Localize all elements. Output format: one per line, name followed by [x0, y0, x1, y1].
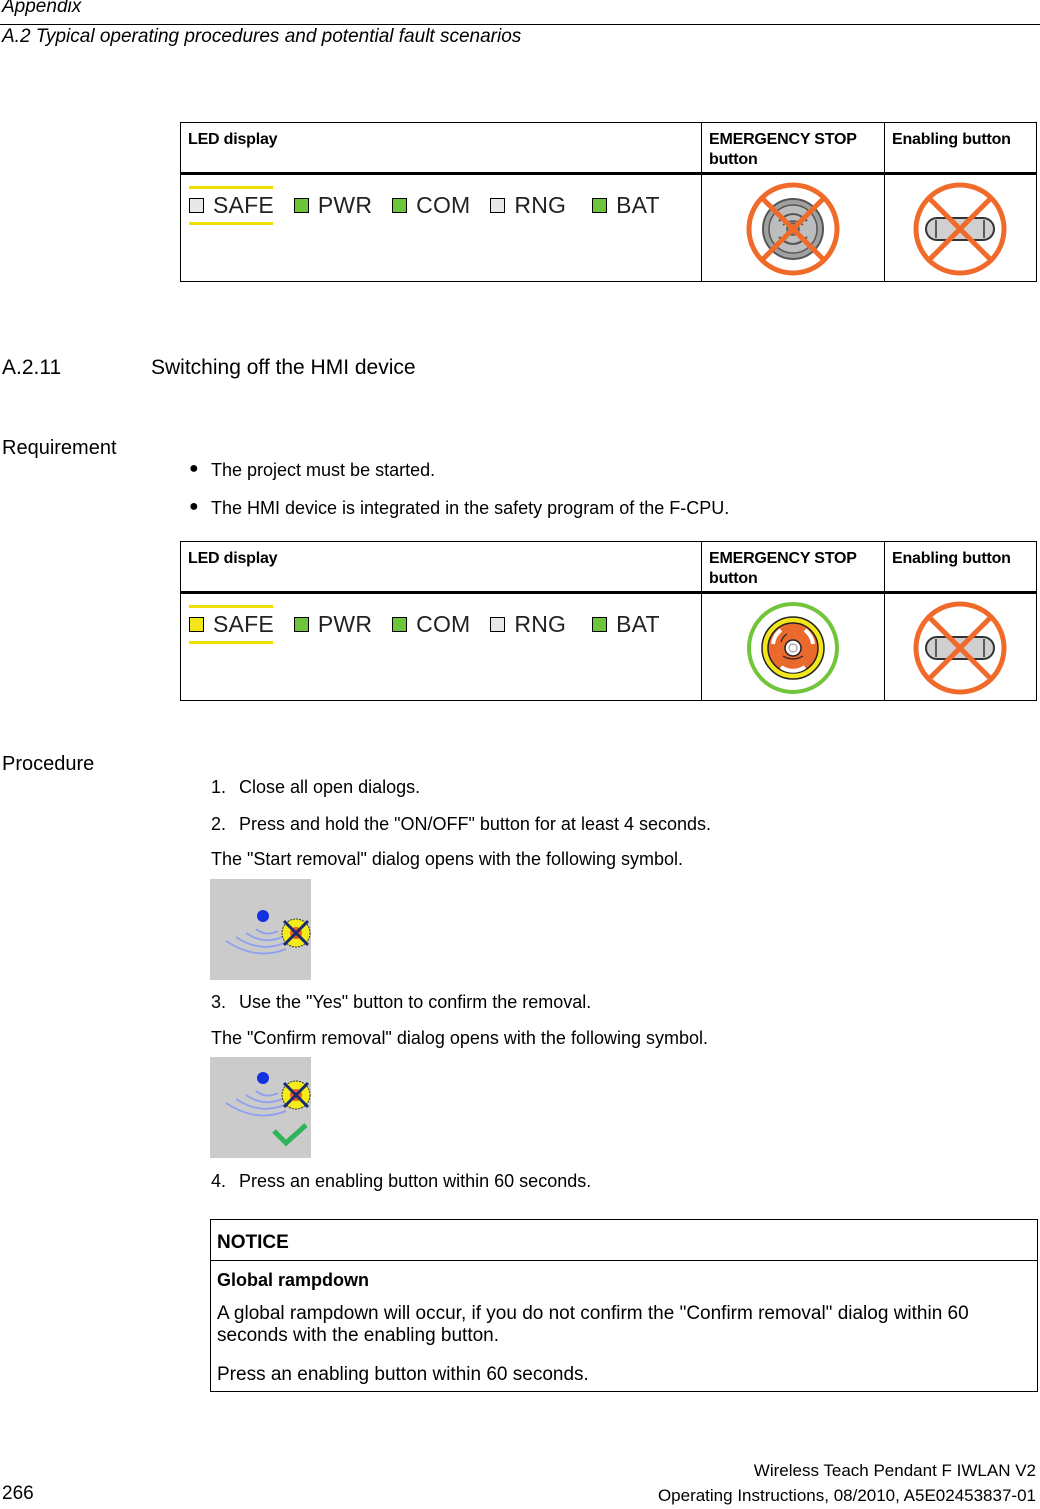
- step-result: The "Confirm removal" dialog opens with …: [211, 1028, 709, 1048]
- notice-paragraph: Press an enabling button within 60 secon…: [217, 1364, 589, 1385]
- led-column: LED display SAFE PWR COM RNG BAT: [181, 542, 702, 700]
- footer-product: Wireless Teach Pendant F IWLAN V2: [753, 1461, 1036, 1480]
- led-row: SAFE PWR COM RNG BAT: [189, 605, 680, 644]
- led-label: SAFE: [213, 611, 274, 637]
- emergency-stop-column: EMERGENCY STOP button: [702, 542, 885, 700]
- led-label: SAFE: [213, 192, 274, 218]
- chapter-title: Appendix: [2, 0, 82, 17]
- led-com: COM: [392, 192, 470, 219]
- step-number: 2.: [211, 814, 227, 834]
- enabling-button-crossed-icon: [913, 601, 1007, 695]
- requirement-item: The HMI device is integrated in the safe…: [211, 498, 730, 518]
- enabling-button-header: Enabling button: [892, 550, 1011, 567]
- table-header-rule: [181, 172, 1036, 175]
- led-safe: SAFE: [189, 605, 274, 644]
- section-number: A.2.11: [2, 356, 62, 379]
- step-result: The "Start removal" dialog opens with th…: [211, 849, 684, 869]
- notice-paragraph: A global rampdown will occur, if you do …: [217, 1303, 969, 1346]
- section-title: Switching off the HMI device: [151, 356, 416, 379]
- led-com-indicator: [392, 617, 408, 632]
- led-safe: SAFE: [189, 186, 274, 225]
- led-label: RNG: [514, 192, 567, 218]
- led-status-table-2: LED display SAFE PWR COM RNG BAT EMERGEN…: [180, 541, 1037, 701]
- confirm-removal-symbol-icon: [210, 1057, 311, 1158]
- emergency-stop-column: EMERGENCY STOP button: [702, 123, 885, 281]
- led-column: LED display SAFE PWR COM RNG BAT: [181, 123, 702, 281]
- requirement-item: The project must be started.: [211, 460, 436, 480]
- header-divider: [0, 24, 1040, 25]
- led-rng-indicator: [490, 617, 506, 632]
- led-rng: RNG: [490, 611, 566, 638]
- bullet-icon: ●: [189, 460, 199, 477]
- start-removal-symbol-icon: [210, 879, 311, 980]
- led-display-header: LED display: [188, 550, 278, 567]
- led-bat: BAT: [592, 192, 660, 219]
- led-bat-indicator: [592, 617, 608, 632]
- led-status-table-1: LED display SAFE PWR COM RNG BAT EMERGEN…: [180, 122, 1037, 282]
- led-com: COM: [392, 611, 470, 638]
- led-pwr-indicator: [293, 617, 309, 632]
- led-label: PWR: [317, 192, 373, 218]
- emergency-stop-header: EMERGENCY STOP button: [709, 550, 857, 587]
- led-display-header: LED display: [188, 131, 278, 148]
- led-pwr-indicator: [293, 198, 309, 213]
- step-number: 3.: [211, 992, 227, 1012]
- led-label: RNG: [514, 611, 567, 637]
- led-rng: RNG: [490, 192, 566, 219]
- enabling-button-header: Enabling button: [892, 131, 1011, 148]
- led-label: COM: [416, 192, 471, 218]
- led-bat-indicator: [592, 198, 608, 213]
- emergency-stop-released-icon: [747, 602, 839, 694]
- step-text: Press an enabling button within 60 secon…: [239, 1171, 592, 1191]
- table-header-rule: [181, 591, 1036, 594]
- led-pwr: PWR: [293, 192, 373, 219]
- step-number: 1.: [211, 777, 227, 797]
- led-com-indicator: [392, 198, 408, 213]
- led-label: COM: [416, 611, 471, 637]
- led-rng-indicator: [490, 198, 506, 213]
- emergency-stop-crossed-icon: [746, 182, 840, 276]
- enabling-button-column: Enabling button: [885, 123, 1036, 281]
- step-text: Use the "Yes" button to confirm the remo…: [239, 992, 592, 1012]
- enabling-button-crossed-icon: [913, 182, 1007, 276]
- section-header: A.2 Typical operating procedures and pot…: [2, 26, 522, 47]
- step-text: Press and hold the "ON/OFF" button for a…: [239, 814, 712, 834]
- led-safe-indicator: [189, 198, 204, 213]
- led-pwr: PWR: [293, 611, 373, 638]
- bullet-icon: ●: [189, 498, 199, 515]
- led-label: BAT: [616, 611, 660, 637]
- step-text: Close all open dialogs.: [239, 777, 421, 797]
- led-safe-indicator: [189, 617, 204, 632]
- requirement-heading: Requirement: [2, 437, 117, 459]
- emergency-stop-header: EMERGENCY STOP button: [709, 131, 857, 168]
- procedure-heading: Procedure: [2, 753, 95, 775]
- led-label: BAT: [616, 192, 660, 218]
- notice-box: NOTICE Global rampdown A global rampdown…: [210, 1219, 1038, 1392]
- notice-divider: [211, 1260, 1037, 1261]
- notice-title: NOTICE: [217, 1232, 289, 1253]
- page-number: 266: [2, 1483, 34, 1504]
- enabling-button-column: Enabling button: [885, 542, 1036, 700]
- led-label: PWR: [317, 611, 373, 637]
- footer-document-info: Operating Instructions, 08/2010, A5E0245…: [657, 1486, 1036, 1505]
- led-row: SAFE PWR COM RNG BAT: [189, 186, 680, 225]
- notice-subtitle: Global rampdown: [217, 1270, 370, 1290]
- led-bat: BAT: [592, 611, 660, 638]
- step-number: 4.: [211, 1171, 227, 1191]
